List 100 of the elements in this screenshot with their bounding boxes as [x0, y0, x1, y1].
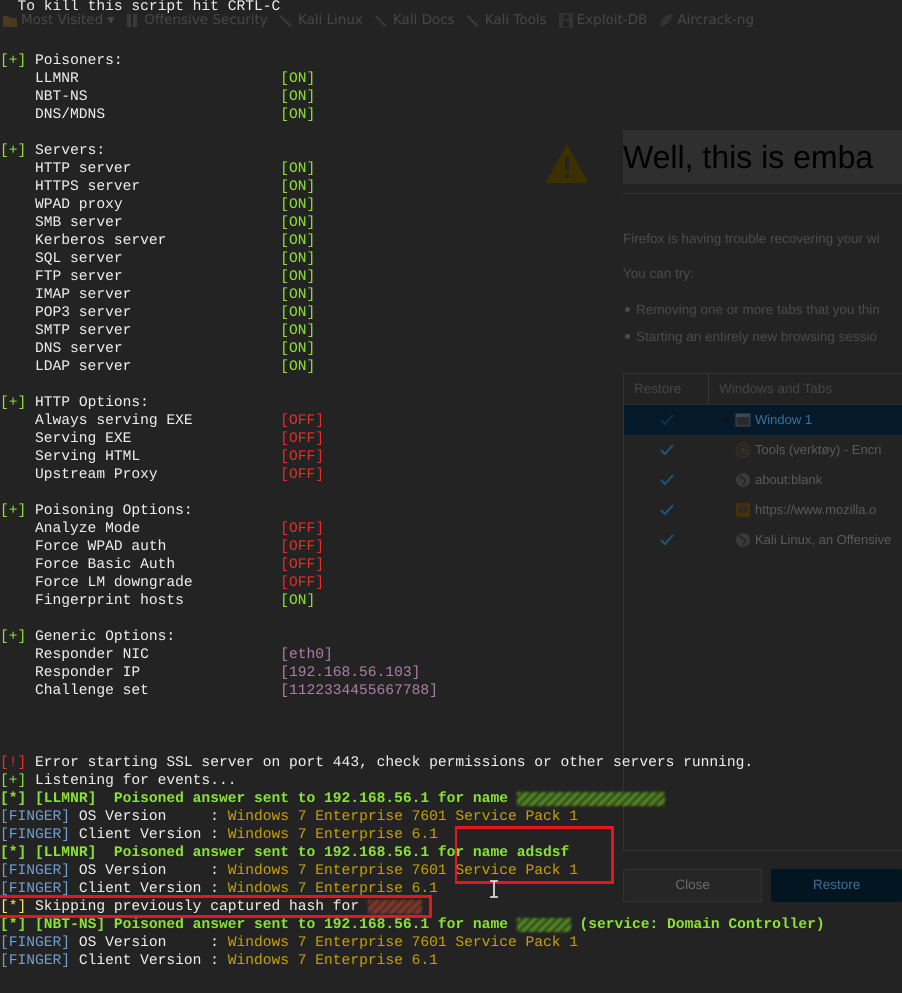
close-button[interactable]: Close	[623, 869, 762, 902]
log-tag: [FINGER]	[0, 954, 70, 968]
log-tag: [*]	[0, 792, 26, 806]
option-value: [ON]	[280, 306, 316, 320]
globe-icon	[735, 532, 751, 548]
option-label: FTP server	[35, 270, 124, 284]
option-value: [ON]	[280, 180, 316, 194]
option-value: [ON]	[280, 594, 316, 608]
log-message: Skipping previously captured hash for	[34, 900, 360, 914]
option-label: Serving EXE	[35, 432, 132, 446]
option-label: LDAP server	[35, 360, 132, 374]
option-value: [ON]	[280, 198, 316, 212]
option-label: HTTPS server	[35, 180, 142, 194]
status-marker: [+]	[0, 54, 26, 68]
log-tag: [FINGER]	[0, 828, 70, 842]
option-label: DNS/MDNS	[35, 108, 106, 122]
option-label: Force WPAD auth	[35, 540, 168, 554]
log-message: Error starting SSL server on port 443, check permissions or other servers running.	[34, 756, 754, 770]
status-marker: [+]	[0, 504, 26, 518]
log-tag: [*]	[0, 846, 26, 860]
option-value: [ON]	[280, 270, 316, 284]
option-label: Fingerprint hosts	[35, 594, 185, 608]
option-value: [ON]	[280, 90, 316, 104]
option-value: [1122334455667788]	[280, 684, 438, 698]
option-value: [ON]	[280, 108, 316, 122]
option-value: [OFF]	[280, 522, 324, 536]
option-value: [OFF]	[280, 468, 324, 482]
restore-button[interactable]: Restore	[771, 869, 902, 902]
globe-icon	[735, 472, 751, 488]
option-label: DNS server	[35, 342, 124, 356]
option-value: [OFF]	[280, 432, 324, 446]
option-value: [OFF]	[280, 540, 324, 554]
option-value: [ON]	[280, 162, 316, 176]
option-label: Always serving EXE	[35, 414, 194, 428]
option-value: [eth0]	[280, 648, 333, 662]
option-value: [OFF]	[280, 450, 324, 464]
log-tag: [FINGER]	[0, 864, 70, 878]
option-label: SMTP server	[35, 324, 132, 338]
option-label: Force LM downgrade	[35, 576, 194, 590]
log-value: Windows 7 Enterprise 7601 Service Pack 1	[226, 810, 578, 824]
bullet-icon	[625, 306, 630, 312]
warning-icon	[546, 144, 588, 184]
option-value: [ON]	[280, 342, 316, 356]
log-value: Windows 7 Enterprise 6.1	[226, 954, 438, 968]
status-marker: [+]	[0, 396, 26, 410]
bullet-icon	[625, 334, 630, 339]
window-icon	[735, 412, 751, 428]
log-message: Listening for events...	[34, 774, 236, 788]
expander-icon[interactable]	[723, 416, 731, 424]
log-tag: [!]	[0, 756, 26, 770]
option-value: [ON]	[280, 324, 316, 338]
option-label: WPAD proxy	[35, 198, 124, 212]
log-tag: [FINGER]	[0, 810, 70, 824]
option-value: [OFF]	[280, 576, 324, 590]
option-label: Analyze Mode	[35, 522, 142, 536]
option-value: [ON]	[280, 216, 316, 230]
option-label: Responder IP	[35, 666, 142, 680]
log-message: [NBT-NS] Poisoned answer sent to 192.168.56.1 for name	[34, 918, 508, 932]
log-message: [LLMNR] Poisoned answer sent to 192.168.56.1 for name	[34, 792, 508, 806]
log-message: Client Version :	[78, 828, 219, 842]
log-tag: [+]	[0, 774, 26, 788]
section-title: Poisoning Options:	[34, 504, 193, 518]
option-value: [ON]	[280, 288, 316, 302]
option-value: [ON]	[280, 234, 316, 248]
log-message: (service: Domain Controller)	[578, 918, 825, 932]
option-label: Force Basic Auth	[35, 558, 176, 572]
option-label: POP3 server	[35, 306, 132, 320]
log-tag: [FINGER]	[0, 882, 70, 896]
status-marker: [+]	[0, 144, 26, 158]
log-message: OS Version :	[78, 810, 219, 824]
speech-bubble-icon	[735, 502, 751, 518]
text-cursor-icon	[489, 880, 499, 898]
log-message: Client Version :	[78, 882, 219, 896]
section-title: Generic Options:	[34, 630, 176, 644]
log-message: Client Version :	[78, 954, 219, 968]
option-label: Upstream Proxy	[35, 468, 159, 482]
option-value: [ON]	[280, 252, 316, 266]
option-label: Serving HTML	[35, 450, 142, 464]
log-tag: [*]	[0, 900, 26, 914]
section-title: Poisoners:	[34, 54, 123, 68]
option-label: NBT-NS	[35, 90, 89, 104]
option-label: Responder NIC	[35, 648, 150, 662]
option-label: Challenge set	[35, 684, 150, 698]
option-label: SQL server	[35, 252, 124, 266]
option-label: IMAP server	[35, 288, 132, 302]
option-value: [ON]	[280, 72, 316, 86]
status-marker: [+]	[0, 630, 26, 644]
section-title: HTTP Options:	[34, 396, 149, 410]
log-message: OS Version :	[78, 864, 219, 878]
option-value: [192.168.56.103]	[280, 666, 420, 680]
tab-title: Window 1	[755, 411, 812, 430]
log-value: Windows 7 Enterprise 7601 Service Pack 1	[226, 936, 578, 950]
option-label: LLMNR	[35, 72, 80, 86]
option-label: HTTP server	[35, 162, 132, 176]
target-icon	[735, 442, 751, 458]
log-tag: [FINGER]	[0, 936, 70, 950]
log-message: OS Version :	[78, 936, 219, 950]
section-title: Servers:	[34, 144, 106, 158]
option-label: Kerberos server	[35, 234, 168, 248]
session-row[interactable]: Window 1	[624, 405, 902, 435]
